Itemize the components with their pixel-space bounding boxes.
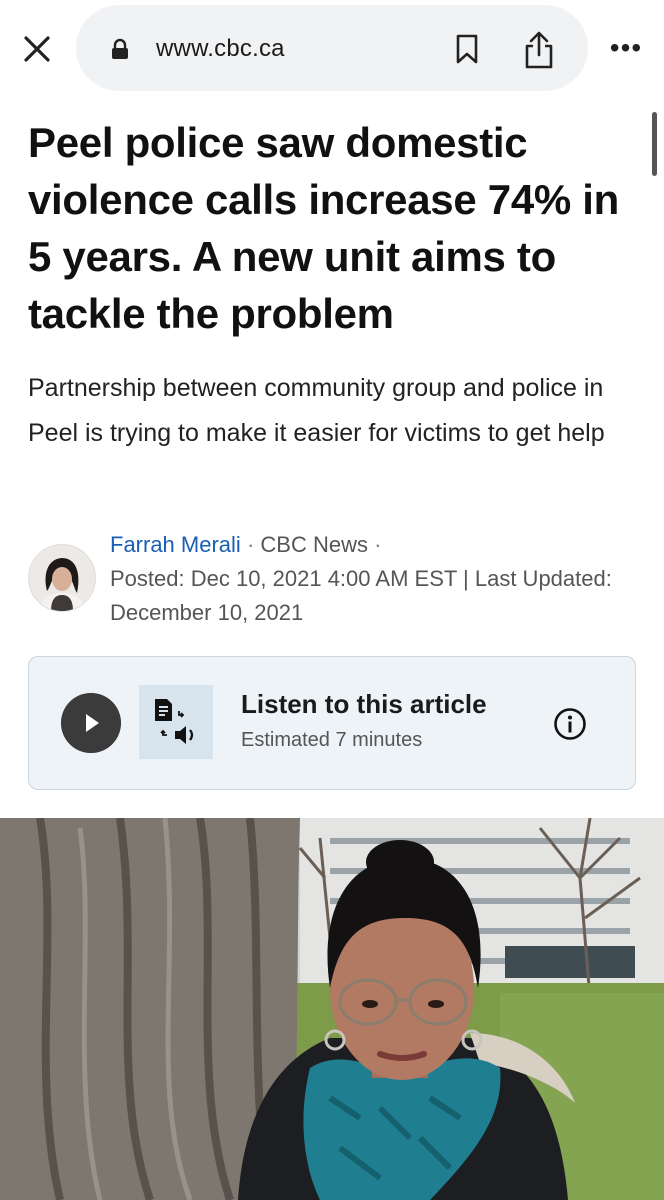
url-text[interactable]: www.cbc.ca [156, 35, 285, 63]
article-headline: Peel police saw domestic violence calls … [28, 119, 620, 337]
article-photo-image [0, 818, 664, 1200]
play-button[interactable] [61, 693, 121, 753]
listen-duration: Estimated 7 minutes [241, 729, 423, 751]
listen-to-article-card: Listen to this article Estimated 7 minut… [28, 656, 636, 790]
outlet-name: CBC News [260, 532, 368, 557]
browser-toolbar: www.cbc.ca ••• [0, 0, 664, 100]
close-icon[interactable] [20, 32, 54, 66]
scrollbar[interactable] [652, 112, 657, 176]
byline: Farrah Merali · CBC News · Posted: Dec 1… [28, 528, 648, 638]
posted-date: Posted: Dec 10, 2021 4:00 AM EST | Last … [110, 566, 612, 625]
author-link[interactable]: Farrah Merali [110, 532, 241, 557]
lock-icon [112, 38, 128, 59]
address-bar[interactable]: www.cbc.ca [76, 5, 588, 91]
listen-title: Listen to this article [241, 689, 487, 719]
author-avatar[interactable] [28, 544, 96, 612]
more-options-icon[interactable]: ••• [606, 28, 646, 68]
article-photo[interactable] [0, 818, 664, 1200]
text-to-speech-icon [139, 685, 213, 759]
article-dek: Partnership between community group and … [28, 374, 605, 447]
byline-separator: · [246, 532, 261, 557]
info-icon[interactable] [553, 707, 587, 741]
author-photo [29, 545, 95, 611]
bookmark-icon[interactable] [454, 33, 480, 65]
share-icon[interactable] [522, 29, 556, 71]
byline-text: Farrah Merali · CBC News · Posted: Dec 1… [110, 528, 630, 630]
byline-separator: · [374, 532, 382, 557]
